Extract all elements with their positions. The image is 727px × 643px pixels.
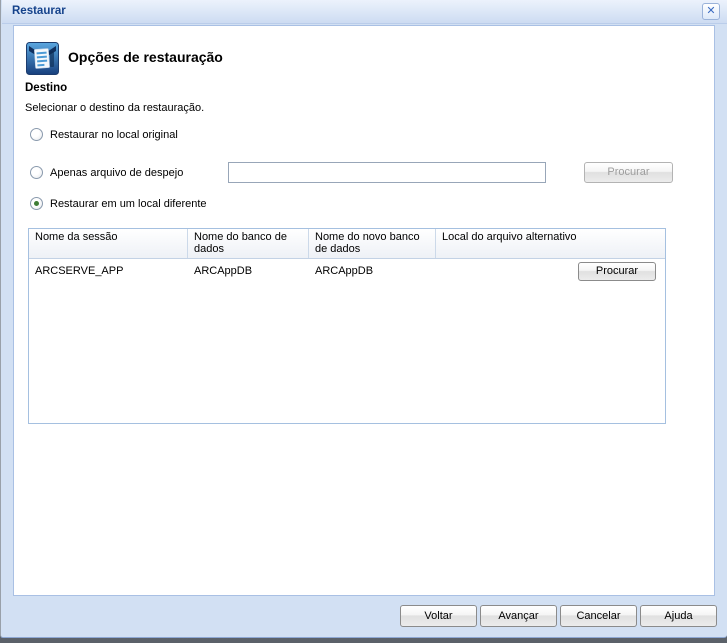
page-title: Opções de restauração bbox=[68, 49, 223, 65]
next-button[interactable]: Avançar bbox=[480, 605, 557, 627]
destination-section-title: Destino bbox=[25, 82, 67, 94]
radio-label: Restaurar em um local diferente bbox=[50, 198, 207, 210]
column-header-new-database-name[interactable]: Nome do novo banco de dados bbox=[309, 229, 436, 258]
dialog-content-panel: Opções de restauração Destino Selecionar… bbox=[13, 25, 715, 596]
dialog-title: Restaurar bbox=[12, 5, 66, 17]
radio-icon[interactable] bbox=[30, 128, 43, 141]
browse-row-button[interactable]: Procurar bbox=[578, 262, 656, 281]
cell-database-name: ARCAppDB bbox=[188, 265, 309, 277]
radio-restore-different-location[interactable]: Restaurar em um local diferente bbox=[30, 197, 207, 210]
close-icon[interactable]: ✕ bbox=[702, 3, 720, 20]
radio-dump-file-only[interactable]: Apenas arquivo de despejo bbox=[30, 166, 183, 179]
browse-dump-button[interactable]: Procurar bbox=[584, 162, 673, 183]
column-header-database-name[interactable]: Nome do banco de dados bbox=[188, 229, 309, 258]
table-header-row: Nome da sessão Nome do banco de dados No… bbox=[29, 229, 665, 259]
cell-new-database-name: ARCAppDB bbox=[309, 265, 436, 277]
radio-restore-original-location[interactable]: Restaurar no local original bbox=[30, 128, 178, 141]
restore-document-icon bbox=[26, 42, 59, 75]
dump-file-path-input[interactable] bbox=[228, 162, 546, 183]
destination-description: Selecionar o destino da restauração. bbox=[25, 102, 204, 114]
screen: Restaurar ✕ bbox=[0, 0, 727, 643]
cell-alternate-file-location: Procurar bbox=[436, 262, 665, 281]
cancel-button[interactable]: Cancelar bbox=[560, 605, 637, 627]
radio-icon-selected[interactable] bbox=[30, 197, 43, 210]
dialog-titlebar[interactable]: Restaurar ✕ bbox=[2, 0, 727, 24]
cell-session-name: ARCSERVE_APP bbox=[29, 265, 188, 277]
restore-dialog: Restaurar ✕ bbox=[0, 0, 727, 638]
table-row: ARCSERVE_APP ARCAppDB ARCAppDB Procurar bbox=[29, 259, 665, 283]
column-header-alternate-file-location[interactable]: Local do arquivo alternativo bbox=[436, 229, 665, 258]
session-table: Nome da sessão Nome do banco de dados No… bbox=[28, 228, 666, 424]
back-button[interactable]: Voltar bbox=[400, 605, 477, 627]
radio-label: Restaurar no local original bbox=[50, 129, 178, 141]
radio-icon[interactable] bbox=[30, 166, 43, 179]
column-header-session-name[interactable]: Nome da sessão bbox=[29, 229, 188, 258]
radio-label: Apenas arquivo de despejo bbox=[50, 167, 183, 179]
help-button[interactable]: Ajuda bbox=[640, 605, 717, 627]
